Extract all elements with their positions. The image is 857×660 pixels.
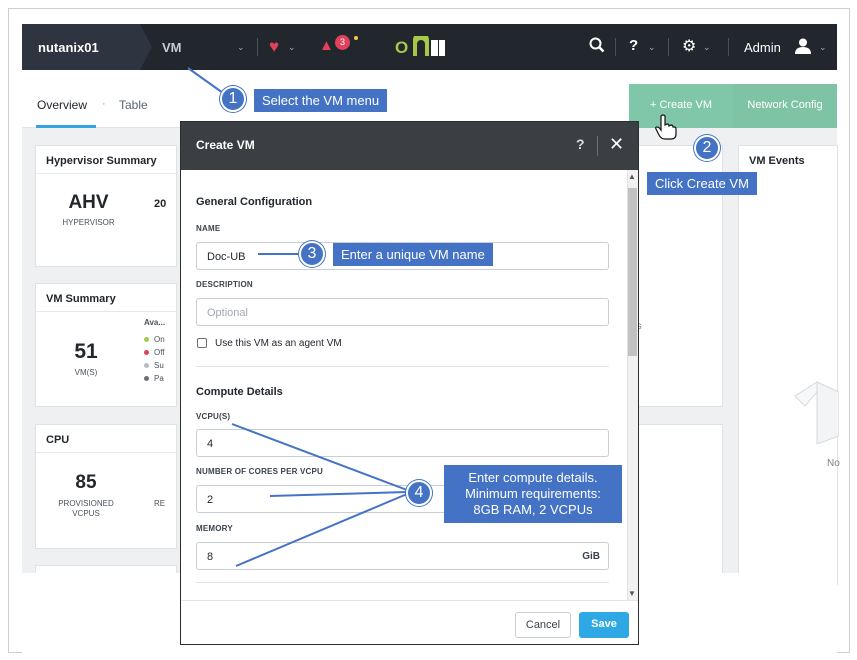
step-2-marker: 2 (694, 135, 720, 161)
step-3-marker: 3 (299, 241, 325, 267)
step-1-marker: 1 (220, 86, 246, 112)
step-2-callout: Click Create VM (647, 172, 757, 195)
step-4-callout: Enter compute details. Minimum requireme… (444, 465, 622, 523)
step-3-callout: Enter a unique VM name (333, 243, 493, 266)
hand-cursor-icon (655, 114, 677, 140)
step-4-line-2: Minimum requirements: (465, 486, 601, 501)
annotation-lines (187, 67, 408, 567)
step-1-callout: Select the VM menu (254, 89, 388, 112)
step-4-line-1: Enter compute details. (468, 470, 598, 485)
step-4-marker: 4 (406, 480, 432, 506)
step-4-line-3: 8GB RAM, 2 VCPUs (473, 502, 593, 517)
